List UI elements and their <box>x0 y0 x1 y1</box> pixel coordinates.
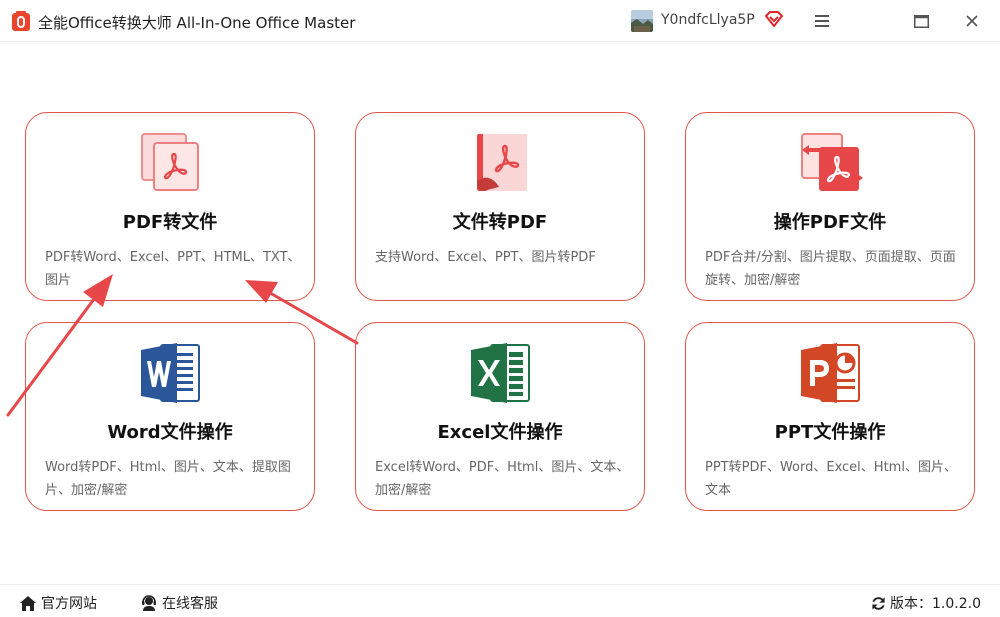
card-description: PPT转PDF、Word、Excel、Html、图片、文本 <box>705 460 957 498</box>
vip-diamond-icon[interactable] <box>765 11 783 27</box>
word-icon <box>141 343 200 403</box>
app-logo-icon <box>12 11 30 31</box>
customer-service-icon <box>142 595 156 611</box>
card-title: 文件转PDF <box>452 212 548 233</box>
card-title: Excel文件操作 <box>437 422 563 443</box>
title-bar: 全能Office转换大师 All-In-One Office Master Y0… <box>0 0 1000 42</box>
avatar[interactable] <box>631 10 653 32</box>
version-info[interactable]: 版本：1.0.2.0 <box>871 593 981 613</box>
menu-button[interactable] <box>809 8 835 34</box>
pdf-files-icon <box>141 133 199 191</box>
card-title: Word文件操作 <box>107 422 233 443</box>
close-button[interactable] <box>959 8 985 34</box>
card-description: PDF转Word、Excel、PPT、HTML、TXT、图片 <box>45 250 301 288</box>
card-description: PDF合并/分割、图片提取、页面提取、页面旋转、加密/解密 <box>705 250 956 288</box>
hamburger-menu-icon <box>815 15 829 27</box>
card-excel-operations[interactable]: Excel文件操作 Excel转Word、PDF、Html、图片、文本、加密/解… <box>355 322 645 511</box>
maximize-icon <box>913 14 929 28</box>
card-file-to-pdf[interactable]: 文件转PDF 支持Word、Excel、PPT、图片转PDF <box>355 112 645 301</box>
version-label: 版本：1.0.2.0 <box>890 596 981 612</box>
user-name[interactable]: Y0ndfcLlya5P <box>661 12 755 28</box>
refresh-icon <box>872 596 885 610</box>
footer-bar: 官方网站 在线客服 版本：1.0.2.0 <box>0 584 1000 617</box>
card-title: 操作PDF文件 <box>773 212 887 233</box>
official-website-label[interactable]: 官方网站 <box>41 593 97 613</box>
maximize-button[interactable] <box>908 8 934 34</box>
excel-icon <box>471 343 530 403</box>
online-service-label[interactable]: 在线客服 <box>162 593 218 613</box>
powerpoint-icon <box>801 343 860 403</box>
card-description: Excel转Word、PDF、Html、图片、文本、加密/解密 <box>375 460 630 498</box>
card-description: 支持Word、Excel、PPT、图片转PDF <box>375 250 596 265</box>
card-ppt-operations[interactable]: PPT文件操作 PPT转PDF、Word、Excel、Html、图片、文本 <box>685 322 975 511</box>
close-icon <box>966 15 978 27</box>
card-title: PDF转文件 <box>122 212 218 233</box>
online-service-link[interactable]: 在线客服 <box>141 593 218 613</box>
annotation-arrows <box>6 274 359 417</box>
card-title: PPT文件操作 <box>774 422 886 443</box>
file-to-pdf-icon <box>477 134 527 191</box>
card-pdf-operations[interactable]: 操作PDF文件 PDF合并/分割、图片提取、页面提取、页面旋转、加密/解密 <box>685 112 975 301</box>
card-word-operations[interactable]: Word文件操作 Word转PDF、Html、图片、文本、提取图片、加密/解密 <box>25 322 315 511</box>
app-title: 全能Office转换大师 All-In-One Office Master <box>38 14 356 32</box>
card-pdf-to-file[interactable]: PDF转文件 PDF转Word、Excel、PPT、HTML、TXT、图片 <box>25 112 315 301</box>
official-website-link[interactable]: 官方网站 <box>20 593 97 613</box>
pdf-operations-icon <box>801 133 863 191</box>
home-icon <box>20 595 36 611</box>
card-description: Word转PDF、Html、图片、文本、提取图片、加密/解密 <box>45 460 291 498</box>
